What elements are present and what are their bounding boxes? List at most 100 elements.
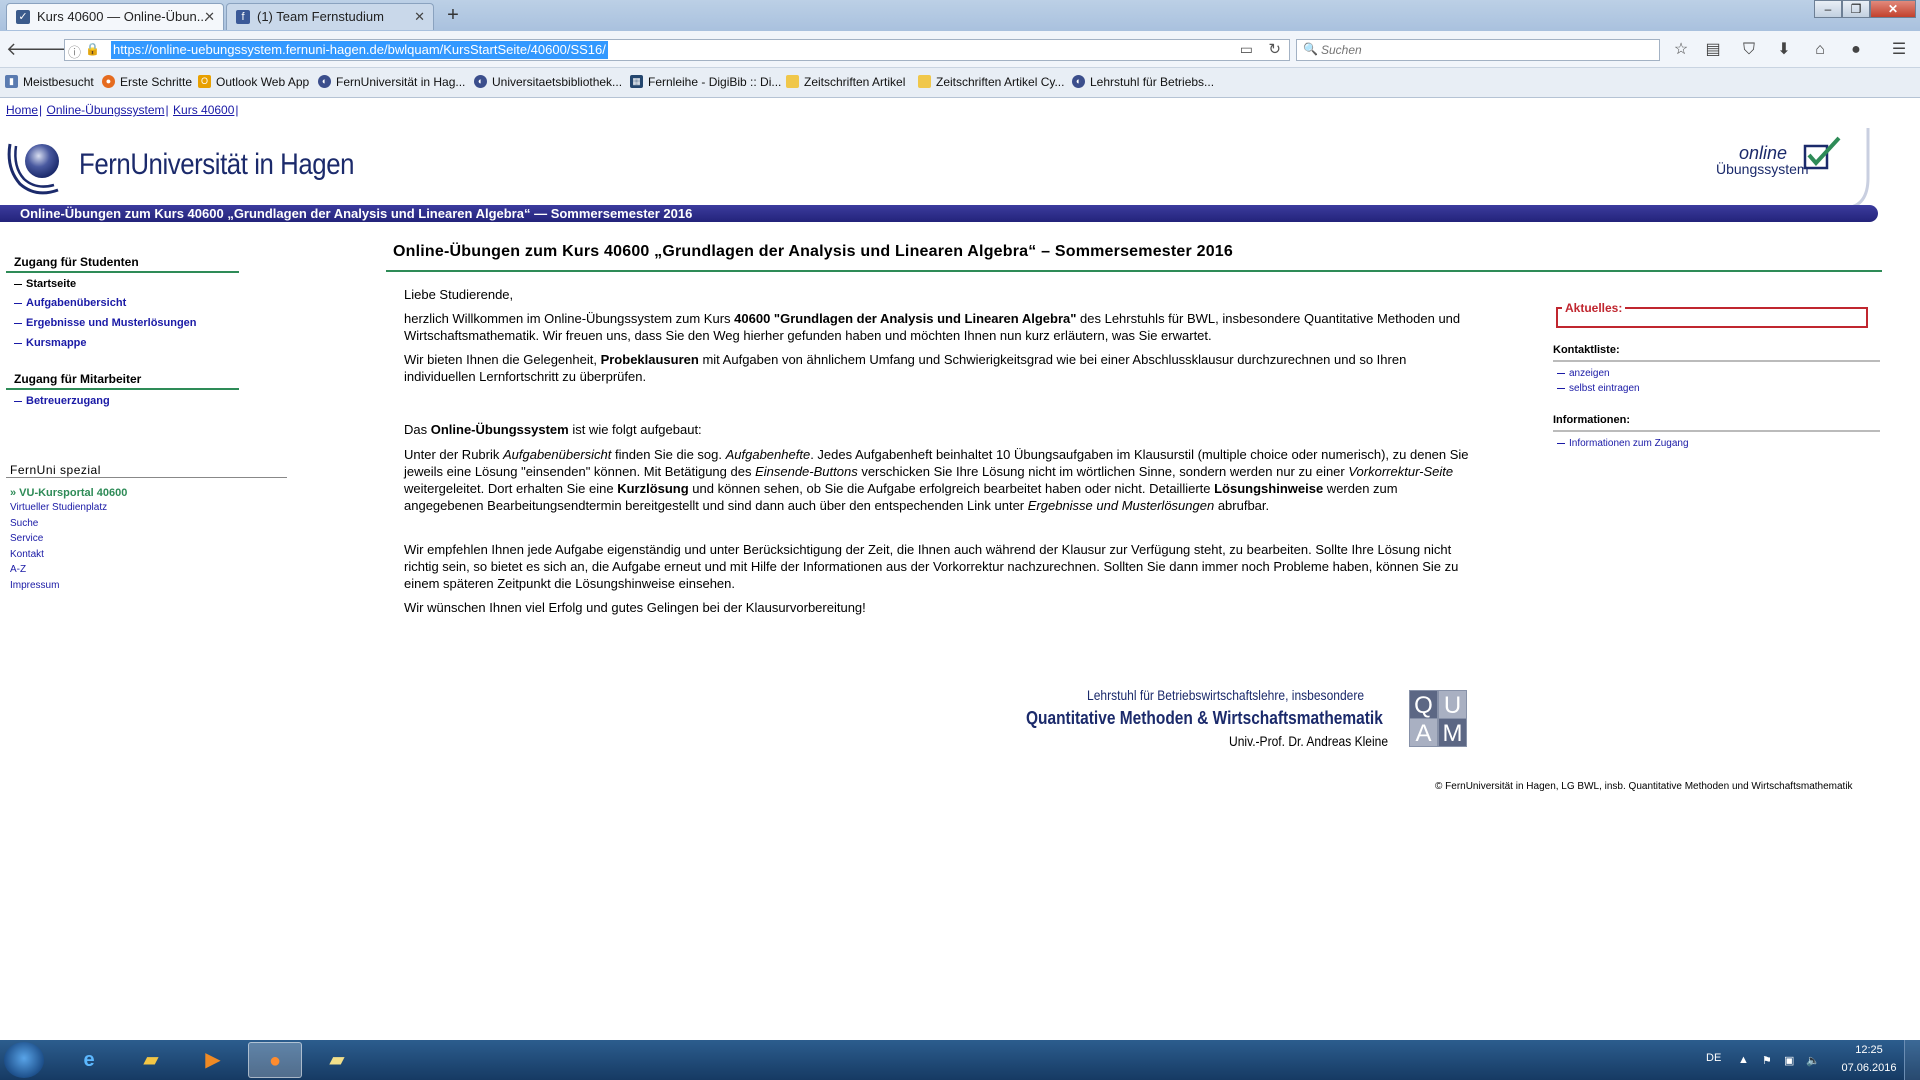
url-bar[interactable]: ⓘ 🔒 https://online-uebungssystem.fernuni… [64,39,1290,61]
firefox-icon[interactable]: ● [248,1042,302,1078]
link-kontakt-anzeigen[interactable]: anzeigen [1557,368,1610,379]
bookmark-ub[interactable]: ◐ Universitaetsbibliothek... [474,75,622,89]
pocket-icon[interactable]: ⛉ [1736,39,1762,61]
internet-explorer-icon[interactable]: e [62,1042,116,1078]
volume-muted-icon[interactable]: 🔈 [1806,1054,1820,1067]
nav-ergebnisse[interactable]: Ergebnisse und Musterlösungen [14,317,197,329]
search-bar[interactable]: 🔍 [1296,39,1660,61]
link-kontakt[interactable]: Kontakt [10,549,44,560]
nav-betreuerzugang[interactable]: Betreuerzugang [14,395,110,407]
aktuelles-label: Aktuelles: [1562,301,1626,315]
bookmark-label: Erste Schritte [120,75,193,89]
reader-view-icon[interactable]: ▭ [1240,41,1253,58]
bookmark-meistbesucht[interactable]: ▮ Meistbesucht [5,75,94,89]
link-selbst-eintragen[interactable]: selbst eintragen [1557,383,1640,394]
emphasis: Lösungshinweise [1214,481,1324,496]
offer-paragraph: Wir bieten Ihnen die Gelegenheit, Probek… [404,351,1474,385]
nav-startseite[interactable]: Startseite [14,278,76,290]
logo-letter-u: U [1444,692,1461,719]
breadcrumb-home[interactable]: Home [6,103,38,117]
link-impressum[interactable]: Impressum [10,580,59,591]
text: finden Sie die sog. [611,447,726,462]
breadcrumb-kurs[interactable]: Kurs 40600 [173,103,234,117]
clock-time[interactable]: 12:25 [1844,1044,1894,1056]
emphasis: Aufgabenübersicht [502,447,612,462]
close-icon[interactable]: ✕ [414,4,425,30]
nav-label: Betreuerzugang [26,395,110,407]
intro-paragraph: herzlich Willkommen im Online-Übungssyst… [404,310,1474,344]
logo-letter-m: M [1443,720,1463,747]
info-icon[interactable]: ⓘ [68,42,81,61]
action-center-flag-icon[interactable]: ⚑ [1762,1054,1772,1067]
nav-aufgabenuebersicht[interactable]: Aufgabenübersicht [14,297,126,309]
url-text[interactable]: https://online-uebungssystem.fernuni-hag… [111,41,608,59]
show-desktop-button[interactable] [1904,1040,1920,1080]
fernuni-logo[interactable] [6,134,70,196]
language-indicator[interactable]: DE [1706,1052,1721,1064]
bookmark-star-icon[interactable]: ☆ [1668,39,1694,61]
file-explorer-icon[interactable]: ▰ [124,1042,178,1078]
greeting: Liebe Studierende, [404,287,514,302]
bookmark-outlook[interactable]: O Outlook Web App [198,75,309,89]
reload-icon[interactable]: ↻ [1268,40,1281,58]
spezial-heading: FernUni spezial [10,463,101,477]
link-suche[interactable]: Suche [10,518,38,529]
bookmark-fernleihe[interactable]: ▦ Fernleihe - DigiBib :: Di... [630,75,781,89]
closing-paragraph: Wir wünschen Ihnen viel Erfolg und gutes… [404,600,866,615]
breadcrumb-online-uebungssystem[interactable]: Online-Übungssystem [46,103,164,117]
emphasis: Online-Übungssystem [430,422,569,437]
link-service[interactable]: Service [10,533,43,544]
bookmark-label: Zeitschriften Artikel Cy... [936,75,1065,89]
structure-paragraph: Unter der Rubrik Aufgabenübersicht finde… [404,446,1474,514]
lock-icon[interactable]: 🔒 [85,42,100,56]
media-player-icon[interactable]: ▶ [186,1042,240,1078]
taskbar: e ▰ ▶ ● ▰ DE ▲ ⚑ ▣ 🔈 12:25 07.06.2016 [0,1040,1920,1080]
close-icon[interactable]: ✕ [204,4,215,30]
bookmark-erste-schritte[interactable]: ● Erste Schritte [102,75,192,89]
link-informationen-zugang[interactable]: Informationen zum Zugang [1557,438,1689,449]
recommendation-paragraph: Wir empfehlen Ihnen jede Aufgabe eigenst… [404,542,1459,591]
bookmark-fernuni[interactable]: ◐ FernUniversität in Hag... [318,75,465,89]
chat-icon[interactable]: ● [1843,39,1869,61]
bookmark-zeitschriften-cy[interactable]: Zeitschriften Artikel Cy... [918,75,1064,89]
home-icon[interactable]: ⌂ [1807,39,1833,61]
fernuni-icon: ◐ [1072,75,1085,88]
new-tab-button[interactable]: + [440,3,466,29]
bookmark-lehrstuhl[interactable]: ◐ Lehrstuhl für Betriebs... [1072,75,1214,89]
menu-icon[interactable]: ☰ [1886,39,1912,61]
forward-button[interactable]: 🡒 [34,37,82,61]
bookmarks-list-icon[interactable]: ▤ [1700,39,1726,61]
nav-kursmappe[interactable]: Kursmappe [14,337,87,349]
bookmark-zeitschriften[interactable]: Zeitschriften Artikel [786,75,905,89]
link-label: Informationen zum Zugang [1569,438,1689,449]
network-icon[interactable]: ▣ [1784,1054,1794,1067]
back-button[interactable]: 🡐 [6,37,54,61]
bookmark-label: Outlook Web App [216,75,310,89]
chair-line-1: Lehrstuhl für Betriebswirtschaftslehre, … [1087,687,1365,703]
bookmark-folder-icon: ▮ [5,75,18,88]
link-a-z[interactable]: A-Z [10,564,26,575]
text: und können sehen, ob Sie die Aufgabe erf… [688,481,1215,496]
chair-professor: Univ.-Prof. Dr. Andreas Kleine [1229,733,1389,749]
digibib-icon: ▦ [630,75,643,88]
clock-date[interactable]: 07.06.2016 [1838,1062,1900,1074]
firefox-icon: ● [102,75,115,88]
search-input[interactable] [1321,40,1651,60]
minimize-button[interactable]: – [1814,0,1842,18]
window-close-button[interactable]: ✕ [1870,0,1916,18]
link-virtueller-studienplatz[interactable]: Virtueller Studienplatz [10,502,107,513]
show-hidden-icons-icon[interactable]: ▲ [1738,1054,1749,1066]
tab-kurs-40600[interactable]: ✓ Kurs 40600 — Online-Übun... ✕ [6,3,224,30]
link-vu-kursportal[interactable]: » VU-Kursportal 40600 [10,487,127,499]
fernuni-icon: ◐ [474,75,487,88]
fernuni-wordmark: FernUniversität in Hagen [79,148,355,181]
divider [386,270,1882,272]
tab-team-fernstudium[interactable]: f (1) Team Fernstudium ✕ [226,3,434,30]
start-button[interactable] [4,1042,44,1078]
maximize-button[interactable]: ❐ [1842,0,1870,18]
tab-label: Kurs 40600 — Online-Übun... [37,9,208,24]
bookmark-label: Universitaetsbibliothek... [492,75,623,89]
students-heading: Zugang für Studenten [14,255,139,269]
sticky-notes-icon[interactable]: ▰ [310,1042,364,1078]
download-icon[interactable]: ⬇ [1771,39,1797,61]
